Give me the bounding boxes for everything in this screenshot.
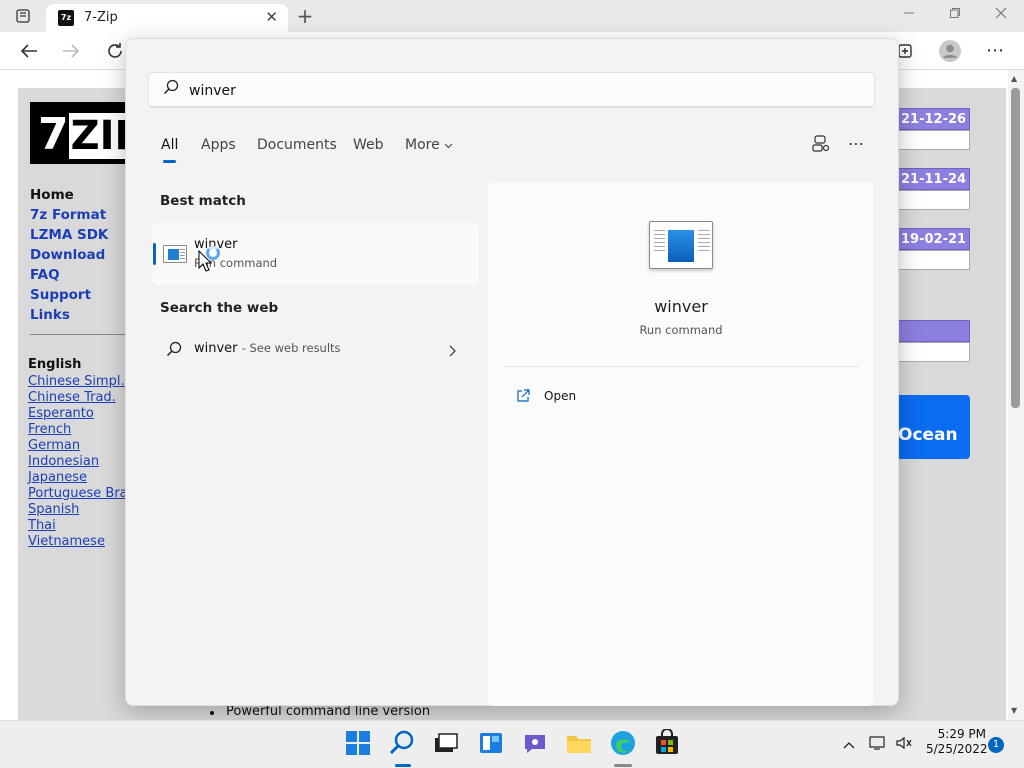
running-app-indicator xyxy=(614,764,632,767)
scrollbar-thumb[interactable] xyxy=(1011,88,1020,408)
nav-link-faq[interactable]: FAQ xyxy=(30,267,60,283)
menu-divider xyxy=(30,334,126,335)
task-view-icon[interactable] xyxy=(432,729,462,759)
release-header xyxy=(898,320,970,342)
web-search-item[interactable]: winver - See web results xyxy=(152,332,478,368)
detail-app-type: Run command xyxy=(639,323,723,337)
feature-text: Powerful command line version xyxy=(226,704,431,719)
search-taskbar-icon[interactable] xyxy=(388,729,418,759)
web-suffix: - See web results xyxy=(241,341,341,355)
bullet xyxy=(210,711,214,715)
scroll-down-icon[interactable]: ▼ xyxy=(1011,706,1017,715)
search-icon xyxy=(163,79,179,99)
network-icon[interactable] xyxy=(869,735,887,755)
filter-tab-more[interactable]: More xyxy=(405,137,453,153)
search-box[interactable] xyxy=(148,72,875,108)
close-window-button[interactable] xyxy=(986,0,1016,28)
release-cell xyxy=(898,250,970,270)
language-link[interactable]: German xyxy=(28,438,80,453)
new-tab-button[interactable]: + xyxy=(290,2,320,30)
tray-clock[interactable]: 5:29 PM 5/25/2022 xyxy=(926,727,988,757)
nav-link-home[interactable]: Home xyxy=(30,187,74,203)
release-cell xyxy=(898,342,970,362)
tab-title: 7-Zip xyxy=(84,10,118,25)
more-options-icon[interactable]: ⋯ xyxy=(980,36,1010,66)
active-tab-indicator xyxy=(163,160,176,163)
profile-avatar[interactable] xyxy=(935,36,965,66)
search-icon xyxy=(166,341,182,361)
widgets-icon[interactable] xyxy=(477,729,507,759)
nav-link-support[interactable]: Support xyxy=(30,287,91,303)
release-date: 21-11-24 xyxy=(898,168,970,190)
language-link[interactable]: Portuguese Bra xyxy=(28,486,126,501)
browser-tab[interactable]: 7z 7-Zip ✕ xyxy=(46,4,288,32)
best-match-heading: Best match xyxy=(160,193,246,209)
clock-date: 5/25/2022 xyxy=(926,742,988,756)
winver-app-icon xyxy=(163,245,187,263)
file-explorer-icon[interactable] xyxy=(565,729,595,759)
chevron-right-icon xyxy=(448,342,456,361)
search-account-icon[interactable] xyxy=(811,134,831,158)
start-icon[interactable] xyxy=(344,729,374,759)
nav-link-download[interactable]: Download xyxy=(30,247,105,263)
nav-link-lzma-sdk[interactable]: LZMA SDK xyxy=(30,227,108,243)
minimize-button[interactable] xyxy=(894,0,924,28)
forward-button[interactable] xyxy=(56,36,86,66)
open-external-icon xyxy=(516,388,530,407)
detail-app-name: winver xyxy=(654,297,708,316)
open-action[interactable]: Open xyxy=(510,382,870,410)
edge-browser-icon[interactable] xyxy=(609,729,639,759)
site-logo: 7ZIP xyxy=(30,102,130,164)
search-web-heading: Search the web xyxy=(160,300,279,316)
detail-divider xyxy=(504,366,858,367)
web-query: winver xyxy=(194,341,238,356)
chat-icon[interactable] xyxy=(521,729,551,759)
release-date: 21-12-26 xyxy=(898,108,970,130)
ocean-ad-banner[interactable]: Ocean xyxy=(898,395,970,459)
notification-badge[interactable]: 1 xyxy=(988,737,1004,753)
filter-more-label: More xyxy=(405,137,440,153)
nav-link-links[interactable]: Links xyxy=(30,307,70,323)
tab-close-icon[interactable]: ✕ xyxy=(265,8,278,26)
site-favicon-icon: 7z xyxy=(58,10,74,26)
chevron-up-icon[interactable] xyxy=(842,735,856,754)
language-link[interactable]: Japanese xyxy=(28,470,87,485)
tab-actions-icon[interactable] xyxy=(8,2,38,30)
language-link[interactable]: Spanish xyxy=(28,502,79,517)
busy-spinner-icon xyxy=(206,246,220,260)
language-link[interactable]: Chinese Simpl. xyxy=(28,374,125,389)
filter-tab-all[interactable]: All xyxy=(161,137,178,153)
language-link[interactable]: Thai xyxy=(28,518,56,533)
winver-large-icon xyxy=(649,221,713,269)
back-button[interactable] xyxy=(14,36,44,66)
language-link[interactable]: Esperanto xyxy=(28,406,94,421)
filter-tab-web[interactable]: Web xyxy=(353,137,384,153)
open-label: Open xyxy=(544,389,577,403)
languages-heading: English xyxy=(28,357,82,372)
release-cell xyxy=(898,130,970,150)
language-link[interactable]: Indonesian xyxy=(28,454,99,469)
restore-button[interactable] xyxy=(940,0,970,28)
browser-title-bar: 7z 7-Zip ✕ + xyxy=(0,0,1024,32)
language-link[interactable]: Chinese Trad. xyxy=(28,390,116,405)
active-app-indicator xyxy=(395,764,411,767)
nav-link-7z-format[interactable]: 7z Format xyxy=(30,207,106,223)
filter-tab-apps[interactable]: Apps xyxy=(201,137,236,153)
scroll-up-icon[interactable]: ▲ xyxy=(1011,74,1017,83)
release-cell xyxy=(898,190,970,210)
store-icon[interactable] xyxy=(653,728,683,759)
clock-time: 5:29 PM xyxy=(937,727,986,741)
selection-accent xyxy=(153,243,156,265)
language-link[interactable]: Vietnamese xyxy=(28,534,105,549)
release-date: 19-02-21 xyxy=(898,228,970,250)
volume-muted-icon[interactable] xyxy=(895,735,913,755)
chevron-down-icon xyxy=(444,137,453,153)
filter-tab-documents[interactable]: Documents xyxy=(257,137,337,153)
search-input[interactable] xyxy=(189,80,789,102)
search-options-icon[interactable]: ⋯ xyxy=(848,134,864,153)
language-link[interactable]: French xyxy=(28,422,71,437)
